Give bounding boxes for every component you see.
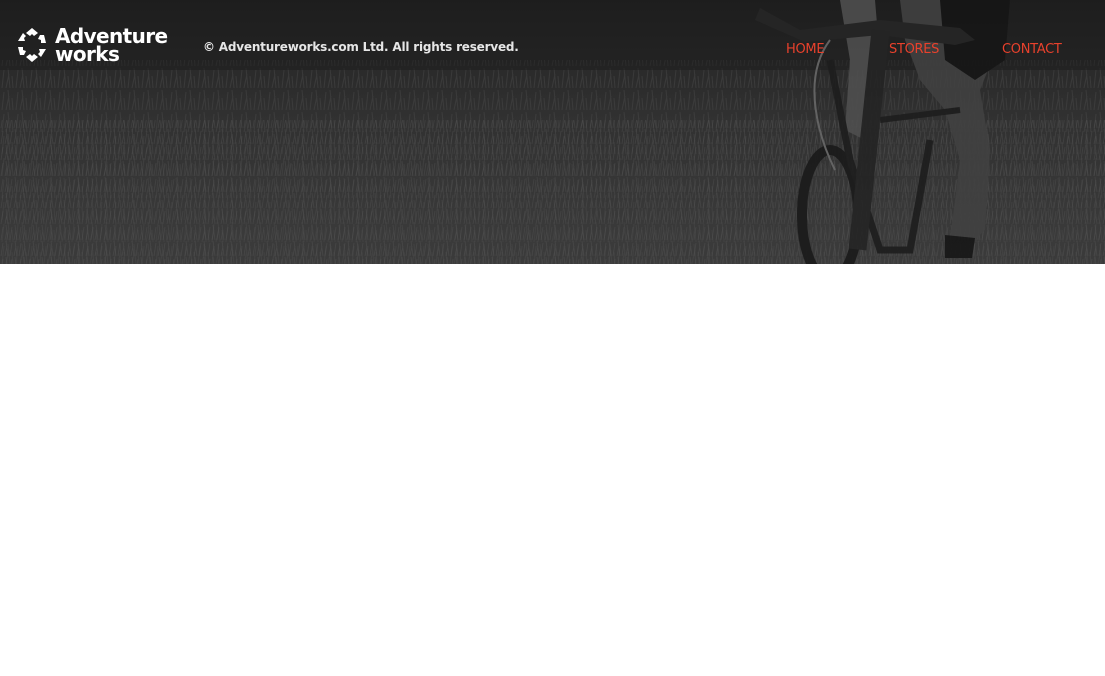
footer-banner: Adventure works © Adventureworks.com Ltd… <box>0 0 1105 264</box>
nav-link-contact[interactable]: CONTACT <box>1002 42 1062 57</box>
nav-link-home[interactable]: HOME <box>786 42 825 57</box>
brand-name: Adventure works <box>55 26 168 64</box>
brand-logo[interactable]: Adventure works <box>16 26 168 64</box>
nav-link-stores[interactable]: STORES <box>889 42 939 57</box>
adventureworks-logo-icon <box>18 28 46 62</box>
page-body-blank <box>0 264 1105 676</box>
copyright-text: © Adventureworks.com Ltd. All rights res… <box>203 40 519 54</box>
